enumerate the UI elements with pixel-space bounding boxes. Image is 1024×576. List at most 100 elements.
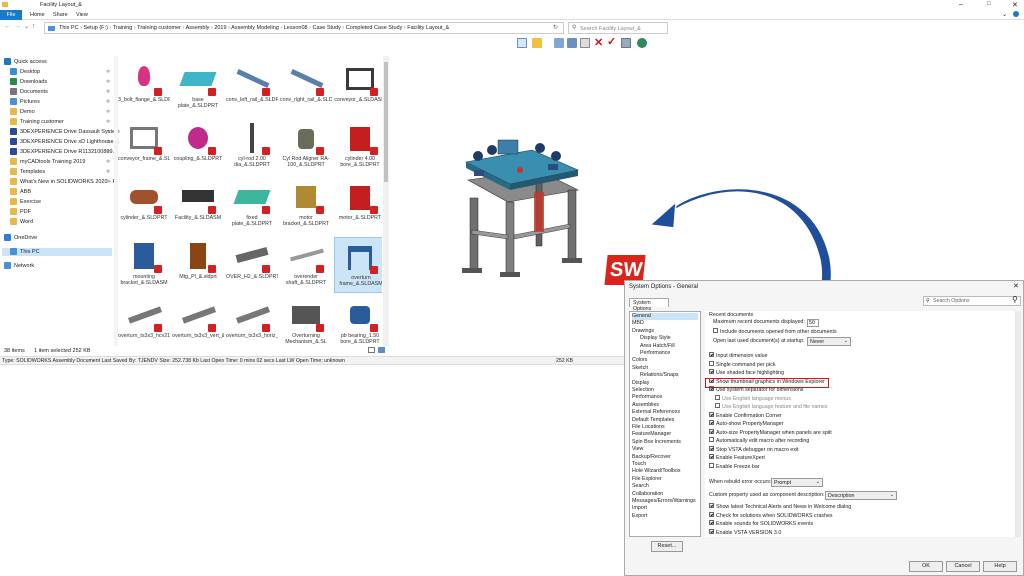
nav-item[interactable]: 3DEXPERIENCE Drive Dassault System — [10, 128, 120, 136]
nav-item[interactable]: 3DEXPERIENCE Drive xD Lighthouse E — [10, 138, 119, 146]
file-item[interactable]: overturn frame_&.SLDASM — [334, 237, 382, 293]
options-tree-item[interactable]: Messages/Errors/Warnings — [632, 498, 696, 505]
nav-item[interactable]: Documents — [10, 88, 48, 96]
nav-item[interactable]: Pictures — [10, 98, 40, 106]
delete-icon[interactable]: ✕ — [594, 36, 603, 49]
option-checkbox[interactable] — [709, 462, 714, 468]
file-item[interactable]: Mtg_Pl_&.sldprt — [172, 237, 224, 293]
breadcrumb-item[interactable]: Training — [113, 25, 133, 31]
maximize-icon[interactable]: □ — [987, 1, 991, 7]
file-item[interactable]: conveyor_frame_&.SLDASM — [118, 119, 170, 175]
options-tree-item[interactable]: Import — [632, 505, 647, 512]
nav-item[interactable]: 3DEXPERIENCE Drive R1132100899… — [10, 148, 118, 156]
file-item[interactable]: conv_right_rail_&.SLDPRT — [280, 60, 332, 116]
nav-item[interactable]: Downloads — [10, 78, 47, 86]
tab-home[interactable]: Home — [30, 12, 45, 18]
option-checkbox[interactable] — [709, 454, 714, 460]
file-item[interactable]: cylinder 4.00 bore_&.SLDPRT — [334, 119, 382, 175]
option-checkbox[interactable] — [709, 411, 714, 417]
nav-item[interactable]: Quick access — [4, 58, 47, 66]
nav-item[interactable]: Exercise — [10, 198, 41, 206]
breadcrumb-item[interactable]: Training customer — [137, 25, 181, 31]
minimize-icon[interactable]: – — [959, 1, 963, 8]
option-row[interactable]: Use English language feature and file na… — [715, 403, 827, 411]
option-checkbox[interactable] — [709, 511, 714, 517]
options-tree-item[interactable]: Colors — [632, 357, 647, 364]
file-item[interactable]: coupling_&.SLDPRT — [172, 119, 224, 175]
options-tree-item[interactable]: Drawings — [632, 328, 654, 335]
options-tree-item[interactable]: Search — [632, 483, 649, 490]
option-checkbox[interactable] — [709, 428, 714, 434]
pin-icon[interactable]: ✲ — [106, 78, 110, 86]
file-item[interactable]: base plate_&.SLDPRT — [172, 60, 224, 116]
nav-item[interactable]: Demo — [10, 108, 35, 116]
close-icon[interactable]: ✕ — [1012, 1, 1018, 9]
back-icon[interactable]: ← — [4, 23, 11, 30]
options-tree-item[interactable]: Area Hatch/Fill — [640, 343, 675, 350]
up-icon[interactable]: ↑ — [32, 23, 36, 30]
option-checkbox[interactable] — [709, 445, 714, 451]
option-checkbox[interactable] — [715, 403, 720, 409]
options-tree-item[interactable]: MBD — [632, 320, 644, 327]
search-box[interactable]: ⚲ Search Facility Layout_& — [568, 22, 668, 34]
options-tree-item[interactable]: Default Templates — [632, 417, 674, 424]
mail-icon[interactable] — [621, 38, 631, 48]
breadcrumb-item[interactable]: Assembly — [186, 25, 210, 31]
option-row[interactable]: Use English language menus — [715, 394, 791, 403]
pin-icon[interactable]: ✲ — [106, 118, 110, 126]
file-item[interactable]: Overturning Mechanism_&.SL — [280, 296, 332, 346]
option-row[interactable]: Auto-show PropertyManager — [709, 420, 783, 428]
options-tree-item[interactable]: External References — [632, 409, 680, 416]
options-tree-item[interactable]: Touch — [632, 461, 646, 468]
breadcrumb-item[interactable]: Assembly Modeling — [231, 25, 279, 31]
file-item[interactable]: Facility_&.SLDASM — [172, 178, 224, 234]
pin-icon[interactable]: ✲ — [106, 128, 110, 136]
options-tree-item[interactable]: Hole Wizard/Toolbox — [632, 468, 681, 475]
option-row[interactable]: Check for solutions when SOLIDWORKS cras… — [709, 511, 833, 520]
dialog-close-icon[interactable]: ✕ — [1013, 282, 1019, 290]
option-row[interactable]: Single command per pick — [709, 360, 775, 369]
include-other-checkbox[interactable] — [713, 328, 718, 334]
options-tree-item[interactable]: Display Style — [640, 335, 671, 342]
file-item[interactable]: fixed plate_&.SLDPRT — [226, 178, 278, 234]
nav-item[interactable]: ABB — [10, 188, 31, 196]
breadcrumb-item[interactable]: Facility Layout_& — [407, 25, 449, 31]
open-icon[interactable] — [532, 38, 542, 48]
pin-icon[interactable]: ✲ — [106, 98, 110, 106]
options-tree-item[interactable]: Collaboration — [632, 491, 663, 498]
recent-chevron-icon[interactable]: ⌄ — [24, 23, 29, 30]
rebuild-select[interactable]: Prompt ⌄ — [771, 478, 823, 487]
options-search[interactable]: ⚲ Search Options — [923, 296, 1021, 306]
max-recent-input[interactable]: 50 — [807, 319, 819, 327]
options-tree-item[interactable]: File Explorer — [632, 476, 662, 483]
option-row[interactable]: Enable sounds for SOLIDWORKS events — [709, 520, 813, 528]
nav-item[interactable]: Desktop — [10, 68, 40, 76]
options-tree-item[interactable]: Sketch — [632, 365, 648, 372]
pin-icon[interactable]: ✲ — [106, 108, 110, 116]
option-row[interactable]: Enable Confirmation Corner — [709, 411, 782, 420]
details-view-icon[interactable] — [368, 347, 375, 353]
help-button[interactable]: Help — [983, 561, 1017, 572]
option-row[interactable]: Stop VSTA debugger on macro exit — [709, 445, 799, 454]
option-row[interactable]: Show latest Technical Alerts and News in… — [709, 503, 851, 511]
include-other-option[interactable]: Include documents opened from other docu… — [713, 328, 837, 336]
options-tree-item[interactable]: File Locations — [632, 424, 665, 431]
cancel-button[interactable]: Cancel — [946, 561, 980, 572]
file-item[interactable]: 3_bolt_flange_&.SLDPRT — [118, 60, 170, 116]
options-tree-item[interactable]: View — [632, 446, 643, 453]
nav-item[interactable]: Training customer — [10, 118, 64, 126]
nav-item[interactable]: Word — [10, 218, 33, 226]
option-row[interactable]: Auto-size PropertyManager when panels ar… — [709, 428, 832, 437]
option-checkbox[interactable] — [715, 394, 720, 400]
file-item[interactable]: pb bearing_1.50 bore_&.SLDPRT — [334, 296, 382, 346]
view-mode-icon[interactable] — [517, 38, 527, 48]
file-item[interactable]: OVER_H2_&.SLDPRT — [226, 237, 278, 293]
nav-item[interactable]: This PC — [2, 248, 112, 256]
file-item[interactable]: overturn_ts3x3_vert_&.SLDPRT — [172, 296, 224, 346]
breadcrumb-item[interactable]: This PC — [59, 25, 79, 31]
tab-share[interactable]: Share — [53, 12, 68, 18]
option-checkbox[interactable] — [709, 360, 714, 366]
file-item[interactable]: motor bracket_&.SLDPRT — [280, 178, 332, 234]
nav-item[interactable]: What's New in SOLIDWORKS 2020 - P — [10, 178, 116, 186]
options-tree-item[interactable]: Spin Box Increments — [632, 439, 681, 446]
